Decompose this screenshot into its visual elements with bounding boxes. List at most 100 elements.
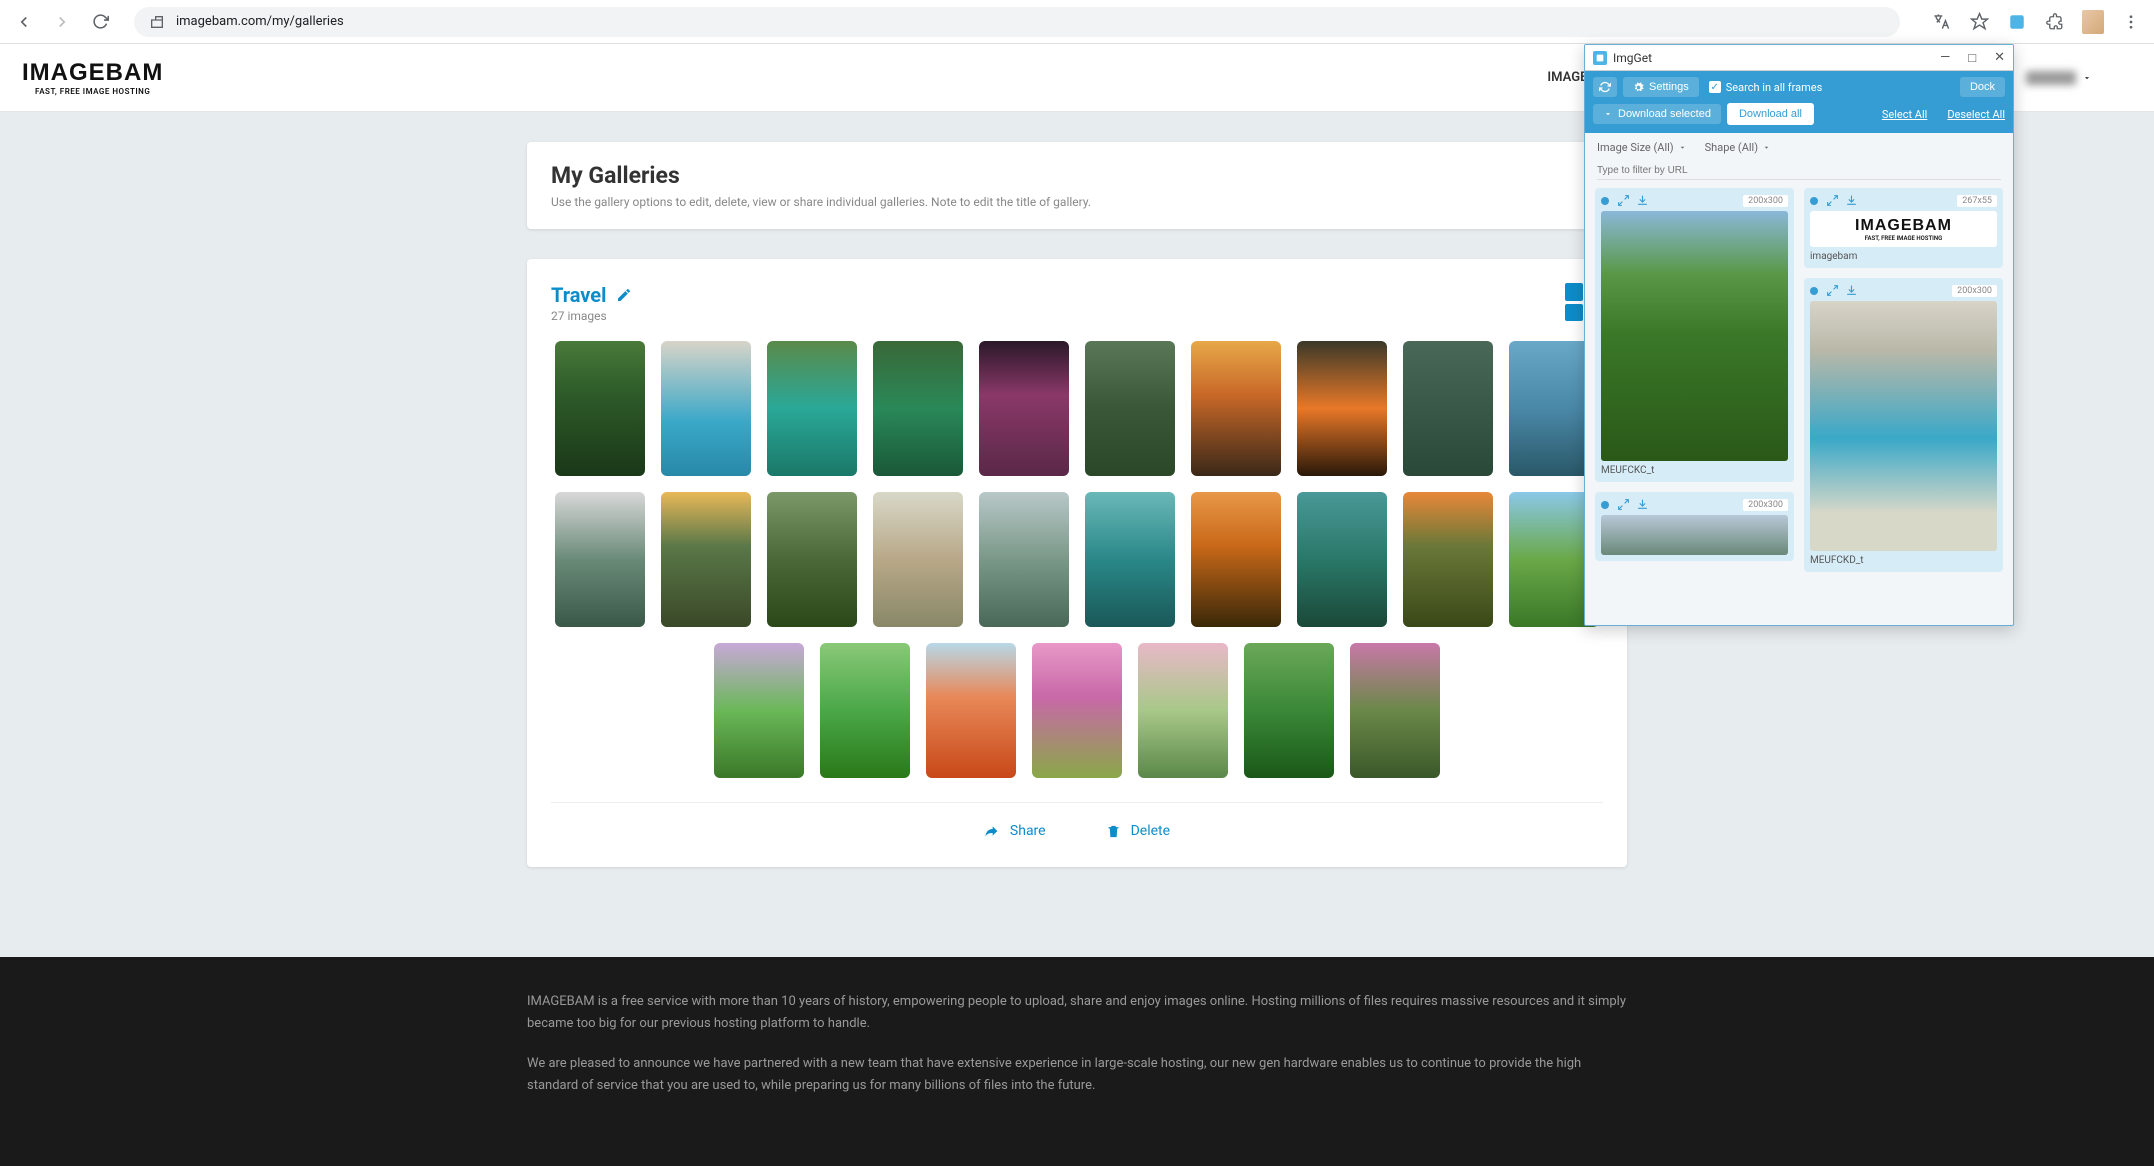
imgget-search [1597,158,2001,180]
download-icon[interactable] [1845,194,1858,207]
gear-icon [1633,82,1644,93]
maximize-button[interactable]: □ [1968,50,1976,66]
gallery-thumb[interactable] [873,492,963,627]
gallery-thumb[interactable] [1032,643,1122,778]
close-button[interactable]: ✕ [1994,50,2005,66]
back-button[interactable] [12,10,36,34]
imgget-results[interactable]: 200x300 MEUFCKC_t 200x300 [1585,188,2013,625]
expand-icon[interactable] [1617,194,1630,207]
gallery-thumb[interactable] [1191,341,1281,476]
gallery-thumb[interactable] [1244,643,1334,778]
translate-icon[interactable] [1930,11,1952,33]
dimension-badge: 200x300 [1743,499,1788,511]
select-all-link[interactable]: Select All [1882,108,1927,121]
imgget-window: ImgGet — □ ✕ Settings ✓ Search in all fr… [1584,44,2014,626]
url-text: imagebam.com/my/galleries [176,14,344,29]
gallery-thumb[interactable] [767,341,857,476]
chevron-down-icon [2082,73,2092,83]
dock-button[interactable]: Dock [1960,77,2005,97]
search-frames-checkbox[interactable]: ✓ Search in all frames [1709,81,1823,94]
preview-image: IMAGEBAM FAST, FREE IMAGE HOSTING [1810,211,1997,247]
gallery-thumb[interactable] [1297,492,1387,627]
imgget-titlebar[interactable]: ImgGet — □ ✕ [1585,45,2013,71]
thumbnail-grid [551,341,1603,778]
gallery-thumb[interactable] [1138,643,1228,778]
result-item[interactable]: 200x300 [1595,492,1794,561]
selected-dot[interactable] [1601,501,1609,509]
gallery-thumb[interactable] [661,341,751,476]
download-all-button[interactable]: Download all [1727,103,1814,125]
footer-para-1: IMAGEBAM is a free service with more tha… [527,991,1627,1035]
page-subtitle: Use the gallery options to edit, delete,… [551,195,1603,209]
selected-dot[interactable] [1601,197,1609,205]
username-blurred [2026,71,2076,85]
site-info-icon[interactable] [148,13,166,31]
gallery-thumb[interactable] [661,492,751,627]
gallery-thumb[interactable] [1350,643,1440,778]
bookmark-icon[interactable] [1968,11,1990,33]
filter-image-size[interactable]: Image Size (All) [1597,141,1687,154]
gallery-thumb[interactable] [714,643,804,778]
address-bar[interactable]: imagebam.com/my/galleries [134,7,1900,37]
preview-image [1601,211,1788,461]
extension-icon-1[interactable] [2006,11,2028,33]
selected-dot[interactable] [1810,197,1818,205]
preview-image [1810,301,1997,551]
browser-toolbar: imagebam.com/my/galleries [0,0,2154,44]
site-footer: IMAGEBAM is a free service with more tha… [0,957,2154,1166]
profile-avatar[interactable] [2082,11,2104,33]
gallery-thumb[interactable] [979,341,1069,476]
dimension-badge: 200x300 [1743,195,1788,207]
minimize-button[interactable]: — [1940,50,1950,66]
expand-icon[interactable] [1617,498,1630,511]
browser-menu-icon[interactable] [2120,11,2142,33]
edit-icon[interactable] [616,287,632,303]
download-icon[interactable] [1636,498,1649,511]
gallery-thumb[interactable] [1297,341,1387,476]
extensions-icon[interactable] [2044,11,2066,33]
gallery-thumb[interactable] [926,643,1016,778]
reload-button[interactable] [88,10,112,34]
imgget-toolbar-2: Download selected Download all Select Al… [1585,103,2013,133]
chevron-down-icon [1762,143,1771,152]
page-header-card: My Galleries Use the gallery options to … [527,142,1627,229]
logo-tagline: FAST, FREE IMAGE HOSTING [35,87,150,96]
download-icon[interactable] [1845,284,1858,297]
selected-dot[interactable] [1810,287,1818,295]
site-logo[interactable]: IMAGEBAM FAST, FREE IMAGE HOSTING [22,59,163,96]
delete-button[interactable]: Delete [1106,823,1170,839]
gallery-thumb[interactable] [1403,341,1493,476]
gallery-thumb[interactable] [873,341,963,476]
dimension-badge: 200x300 [1952,285,1997,297]
url-filter-input[interactable] [1597,162,2001,180]
deselect-all-link[interactable]: Deselect All [1947,108,2005,121]
gallery-thumb[interactable] [1403,492,1493,627]
gallery-thumb[interactable] [555,341,645,476]
expand-icon[interactable] [1826,194,1839,207]
browser-actions [1930,11,2142,33]
gallery-thumb[interactable] [1085,341,1175,476]
gallery-thumb[interactable] [555,492,645,627]
gallery-thumb[interactable] [1085,492,1175,627]
user-menu[interactable] [2026,71,2092,85]
gallery-thumb[interactable] [820,643,910,778]
gallery-thumb[interactable] [979,492,1069,627]
filter-shape[interactable]: Shape (All) [1705,141,1771,154]
refresh-button[interactable] [1593,77,1617,97]
download-selected-button[interactable]: Download selected [1593,104,1721,124]
gallery-thumb[interactable] [767,492,857,627]
result-item[interactable]: 200x300 MEUFCKC_t [1595,188,1794,482]
gallery-title[interactable]: Travel [551,283,632,307]
share-button[interactable]: Share [984,823,1046,839]
gallery-thumb[interactable] [1191,492,1281,627]
forward-button[interactable] [50,10,74,34]
download-icon[interactable] [1636,194,1649,207]
result-item[interactable]: 200x300 MEUFCKD_t [1804,278,2003,572]
imgget-title: ImgGet [1613,51,1652,65]
trash-icon [1106,824,1121,839]
expand-icon[interactable] [1826,284,1839,297]
settings-button[interactable]: Settings [1623,77,1699,97]
gallery-actions: Share Delete [551,802,1603,843]
result-item[interactable]: 267x55 IMAGEBAM FAST, FREE IMAGE HOSTING… [1804,188,2003,268]
gallery-count: 27 images [551,309,632,323]
